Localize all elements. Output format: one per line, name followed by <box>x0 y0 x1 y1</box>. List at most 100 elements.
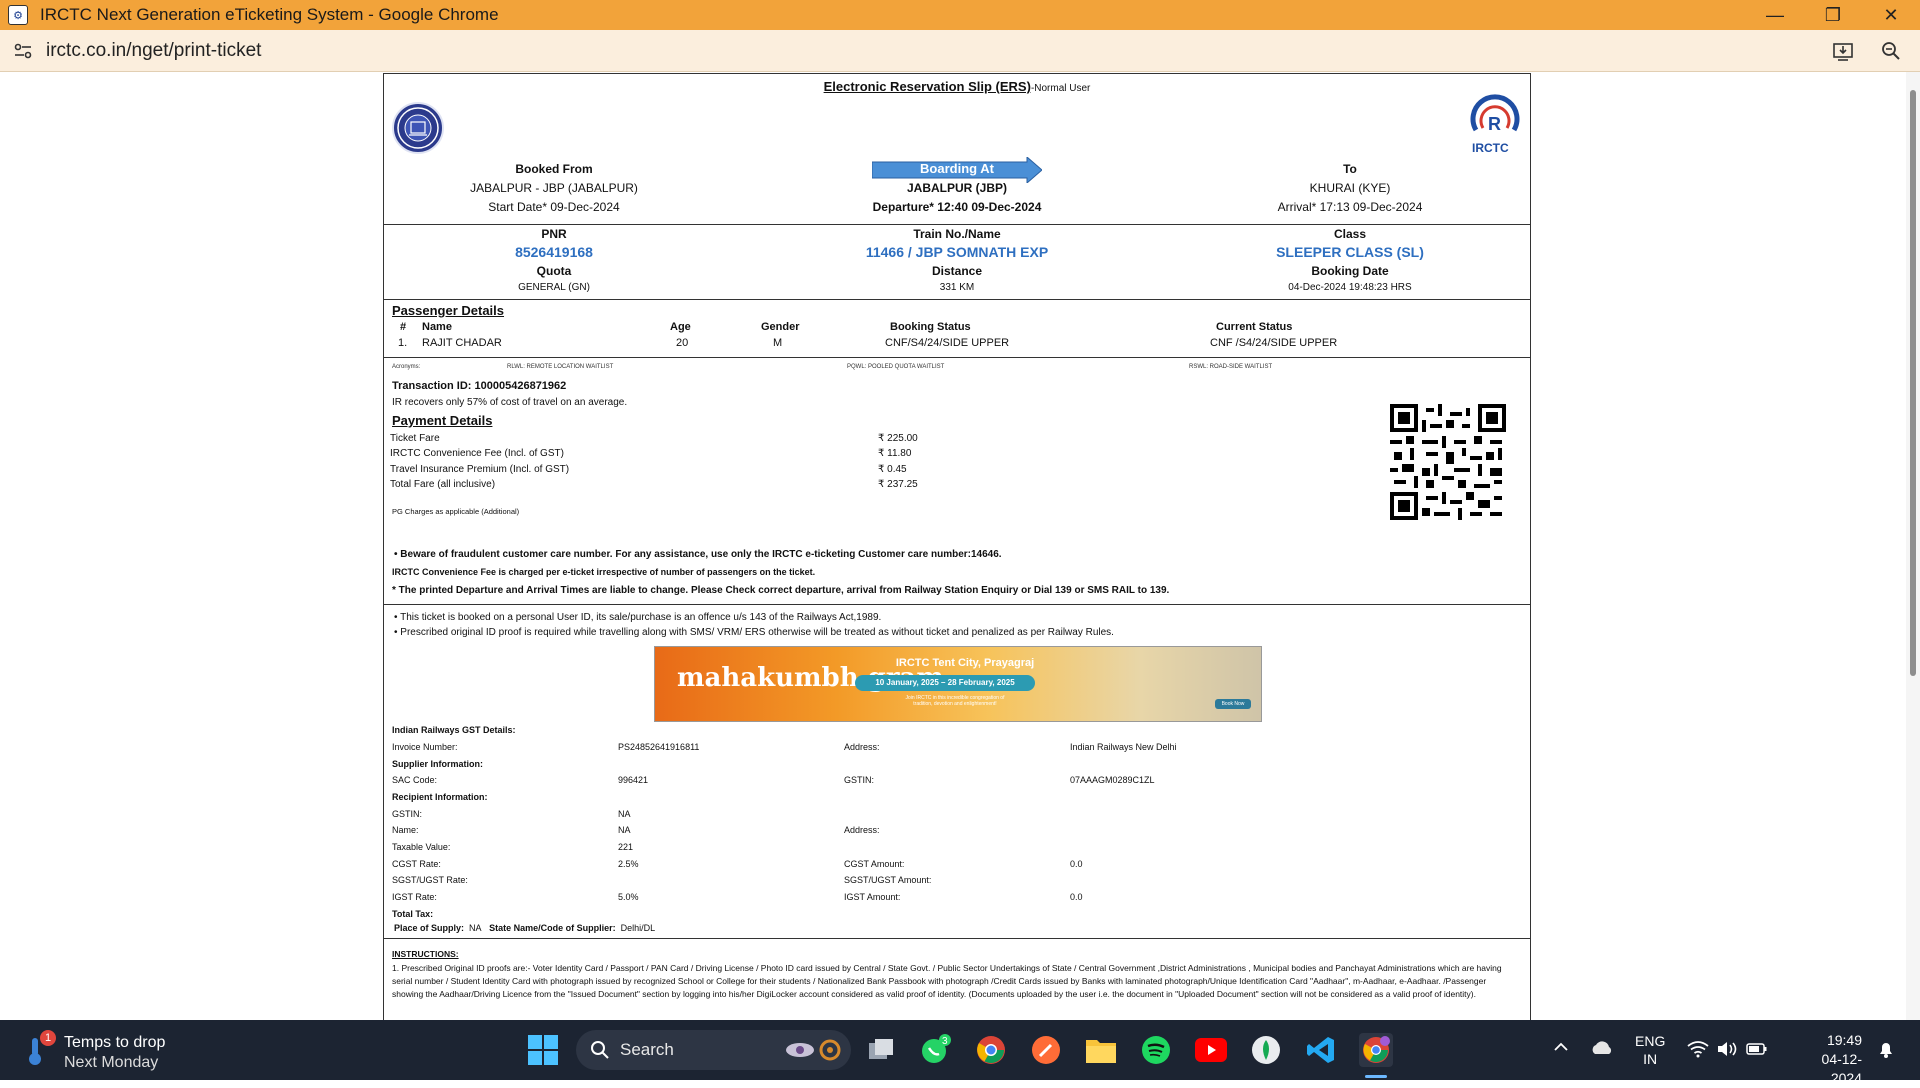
weather-widget[interactable]: 1 Temps to drop Next Monday <box>20 1028 220 1072</box>
igst-amount-value: 0.0 <box>1070 892 1083 902</box>
clock[interactable]: 19:49 04-12-2024 <box>1792 1031 1862 1088</box>
route-section: Booked From JABALPUR - JBP (JABALPUR) St… <box>384 157 1530 225</box>
boarding-column: Boarding At JABALPUR (JBP) Departure* 12… <box>787 159 1127 217</box>
gstin-value: 07AAAGM0289C1ZL <box>1070 775 1155 785</box>
booked-from-column: Booked From JABALPUR - JBP (JABALPUR) St… <box>384 159 724 217</box>
passenger-col-current-status: Current Status <box>1216 321 1293 333</box>
youtube-icon[interactable] <box>1194 1033 1228 1067</box>
payment-amount: ₹ 225.00 <box>878 433 918 444</box>
distance-value: 331 KM <box>939 282 975 293</box>
passenger-gender: M <box>773 337 783 349</box>
battery-icon[interactable] <box>1746 1041 1768 1060</box>
chrome-profile-icon[interactable] <box>1359 1033 1393 1067</box>
divider <box>384 357 1530 358</box>
windows-taskbar: 1 Temps to drop Next Monday Search 3 ENG… <box>0 1020 1920 1086</box>
chrome-icon[interactable] <box>974 1033 1008 1067</box>
recipient-name-value: NA <box>618 825 631 835</box>
pnr-label: PNR <box>541 227 567 241</box>
acronym-rlwl: RLWL: REMOTE LOCATION WAITLIST <box>507 364 614 370</box>
recipient-gstin-label: GSTIN: <box>392 809 423 819</box>
spacer <box>384 729 1530 730</box>
invoice-value: PS24852641916811 <box>618 742 700 752</box>
quota-value: GENERAL (GN) <box>518 282 590 293</box>
passenger-col-booking-status: Booking Status <box>890 321 971 333</box>
page-scrollbar[interactable] <box>1906 72 1920 1020</box>
site-info-icon[interactable] <box>10 38 36 64</box>
vscode-icon[interactable] <box>1304 1033 1338 1067</box>
show-hidden-icons[interactable] <box>1552 1038 1570 1059</box>
banner-dates: 10 January, 2025 – 28 February, 2025 <box>855 675 1035 691</box>
class-label: Class <box>1333 227 1367 241</box>
cgst-rate-value: 2.5% <box>618 859 639 869</box>
active-app-indicator <box>1365 1075 1387 1078</box>
task-view-icon[interactable] <box>864 1033 898 1067</box>
spotify-icon[interactable] <box>1139 1033 1173 1067</box>
banner-book-now-button[interactable]: Book Now <box>1215 699 1251 709</box>
scrollbar-thumb[interactable] <box>1910 90 1916 676</box>
state-value: Delhi/DL <box>620 923 656 933</box>
wifi-icon[interactable] <box>1687 1040 1709 1061</box>
close-button[interactable]: ✕ <box>1862 0 1920 30</box>
clock-time: 19:49 <box>1826 1032 1862 1048</box>
url-field[interactable]: irctc.co.in/nget/print-ticket <box>46 40 261 62</box>
cost-recovery-note: IR recovers only 57% of cost of travel o… <box>392 397 628 408</box>
recipient-name-label: Name: <box>392 825 419 835</box>
svg-text:R: R <box>1488 114 1501 134</box>
search-label: Search <box>620 1040 674 1059</box>
passenger-col-gender: Gender <box>761 321 800 333</box>
gst-heading: Indian Railways GST Details: <box>392 725 516 735</box>
personal-id-note: • This ticket is booked on a personal Us… <box>394 612 882 623</box>
distance-label: Distance <box>931 264 983 278</box>
divider <box>384 299 1530 300</box>
personal-id-note-text: This ticket is booked on a personal User… <box>400 612 882 623</box>
payment-amount: ₹ 237.25 <box>878 479 918 490</box>
id-proof-note-text: Prescribed original ID proof is required… <box>400 627 1114 638</box>
recipient-gstin-value: NA <box>618 809 631 819</box>
cgst-amount-value: 0.0 <box>1070 859 1083 869</box>
taskbar-search[interactable]: Search <box>576 1030 851 1070</box>
from-station: JABALPUR - JBP (JABALPUR) <box>470 181 638 195</box>
install-app-icon[interactable] <box>1830 38 1856 64</box>
payment-label: Total Fare (all inclusive) <box>390 479 496 490</box>
postman-icon[interactable] <box>1029 1033 1063 1067</box>
address-label: Address: <box>844 742 880 752</box>
arrival-time: Arrival* 17:13 09-Dec-2024 <box>1277 200 1423 214</box>
igst-rate-value: 5.0% <box>618 892 639 902</box>
timing-note: * The printed Departure and Arrival Time… <box>392 585 1170 596</box>
passenger-details-heading: Passenger Details <box>392 303 505 318</box>
fraud-warning: • Beware of fraudulent customer care num… <box>394 549 1002 560</box>
booking-date-label: Booking Date <box>1311 264 1389 278</box>
address-bar-actions <box>1830 38 1904 64</box>
onedrive-icon[interactable] <box>1590 1040 1614 1059</box>
fraud-warning-text: Beware of fraudulent customer care numbe… <box>400 549 1002 560</box>
to-column: To KHURAI (KYE) Arrival* 17:13 09-Dec-20… <box>1180 159 1520 217</box>
acronyms-label: Acronyms: <box>392 364 421 370</box>
irctc-app-icon: ⚙ <box>8 5 28 25</box>
volume-icon[interactable] <box>1716 1040 1738 1061</box>
banner-tagline: Join IRCTC in this incredible congregati… <box>905 695 1005 707</box>
acronym-pqwl: PQWL: POOLED QUOTA WAITLIST <box>847 364 945 370</box>
sac-value: 996421 <box>618 775 649 785</box>
minimize-button[interactable]: — <box>1746 0 1804 30</box>
payment-amount: ₹ 0.45 <box>878 464 907 475</box>
svg-text:IRCTC: IRCTC <box>1472 141 1509 155</box>
notification-bell-icon[interactable] <box>1876 1039 1896 1062</box>
pg-charges-note: PG Charges as applicable (Additional) <box>392 507 520 516</box>
restore-button[interactable]: ❐ <box>1804 0 1862 30</box>
language-indicator[interactable]: ENG IN <box>1635 1032 1665 1068</box>
instruction-1: 1. Prescribed Original ID proofs are:- V… <box>392 963 1502 999</box>
total-tax-label: Total Tax: <box>392 909 434 919</box>
window-titlebar: ⚙ IRCTC Next Generation eTicketing Syste… <box>0 0 1920 30</box>
file-explorer-icon[interactable] <box>1084 1033 1118 1067</box>
whatsapp-icon[interactable]: 3 <box>918 1033 952 1067</box>
start-button[interactable] <box>528 1035 558 1065</box>
mongodb-icon[interactable] <box>1249 1033 1283 1067</box>
pos-label: Place of Supply: <box>394 923 465 933</box>
clock-date: 04-12-2024 <box>1821 1051 1862 1086</box>
gstin-label: GSTIN: <box>844 775 875 785</box>
sgst-amount-label: SGST/UGST Amount: <box>844 875 932 885</box>
place-of-supply: Place of Supply: NA State Name/Code of S… <box>394 923 655 933</box>
mahakumbh-ad-banner[interactable]: mahakumbh gram IRCTC Tent City, Prayagra… <box>654 646 1262 722</box>
zoom-icon[interactable] <box>1878 38 1904 64</box>
acronym-rswl: RSWL: ROAD-SIDE WAITLIST <box>1189 364 1273 370</box>
